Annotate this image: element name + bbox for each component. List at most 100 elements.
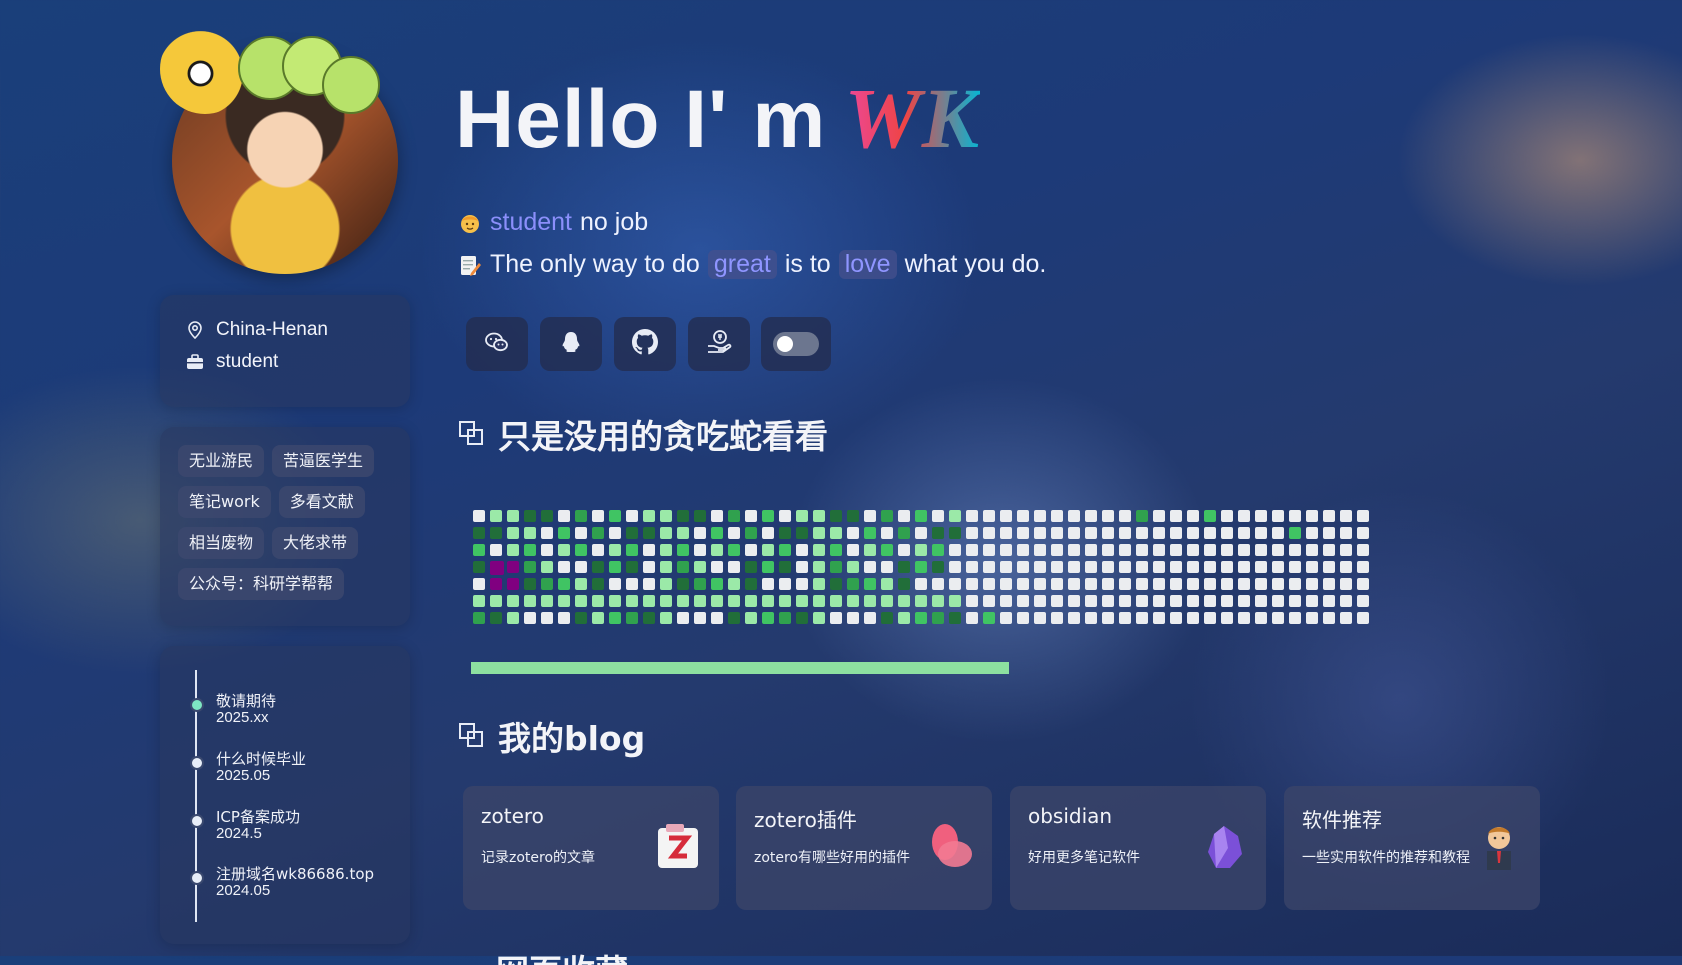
snake-grid-cell <box>830 578 842 590</box>
snake-grid-cell <box>1119 561 1131 573</box>
snake-grid-cell <box>490 578 502 590</box>
snake-grid-cell <box>507 561 519 573</box>
snake-grid-cell <box>1102 578 1114 590</box>
snake-grid-cell <box>1204 612 1216 624</box>
snake-grid-cell <box>915 578 927 590</box>
snake-grid-cell <box>1323 612 1335 624</box>
snake-grid-cell <box>745 612 757 624</box>
snake-grid-cell <box>677 510 689 522</box>
snake-grid-cell <box>524 595 536 607</box>
blog-card-obsidian[interactable]: obsidian 好用更多笔记软件 <box>1010 786 1266 910</box>
github-button[interactable] <box>614 317 676 371</box>
snake-grid-cell <box>966 595 978 607</box>
snake-grid-cell <box>1136 544 1148 556</box>
snake-grid-cell <box>1306 527 1318 539</box>
snake-grid-cell <box>966 561 978 573</box>
snake-grid-cell <box>1340 527 1352 539</box>
snake-grid-cell <box>762 561 774 573</box>
snake-grid-cell <box>694 595 706 607</box>
snake-grid-cell <box>1323 527 1335 539</box>
blog-card-title: zotero <box>481 804 544 828</box>
snake-grid-cell <box>881 544 893 556</box>
snake-grid-cell <box>1068 544 1080 556</box>
snake-grid-cell <box>558 544 570 556</box>
snake-grid-cell <box>575 595 587 607</box>
theme-toggle[interactable] <box>773 332 819 356</box>
snake-grid-cell <box>847 612 859 624</box>
blog-card-zotero-plugins[interactable]: zotero插件 zotero有哪些好用的插件 <box>736 786 992 910</box>
snake-grid-cell <box>660 612 672 624</box>
snake-grid-cell <box>745 527 757 539</box>
snake-grid-cell <box>1187 561 1199 573</box>
snake-grid-cell <box>490 527 502 539</box>
snake-grid-cell <box>1238 612 1250 624</box>
snake-grid-cell <box>524 544 536 556</box>
snake-grid-cell <box>643 595 655 607</box>
quote-highlight-love: love <box>838 250 897 279</box>
snake-grid-cell <box>1340 561 1352 573</box>
occupation-row: student <box>186 351 278 373</box>
quote-part2: is to <box>784 250 831 278</box>
snake-grid-cell <box>1221 544 1233 556</box>
snake-grid-cell <box>1289 561 1301 573</box>
theme-toggle-button[interactable] <box>761 317 831 371</box>
wechat-button[interactable] <box>466 317 528 371</box>
snake-grid-cell <box>1153 595 1165 607</box>
snake-grid-cell <box>711 612 723 624</box>
quote-line: The only way to do great is to love what… <box>458 250 1046 279</box>
snake-grid-cell <box>473 578 485 590</box>
blog-card-title: zotero插件 <box>754 808 857 832</box>
snake-grid-cell <box>1289 510 1301 522</box>
tag[interactable]: 笔记work <box>178 486 271 518</box>
snake-grid-cell <box>609 595 621 607</box>
snake-grid-cell <box>575 561 587 573</box>
hello-text: Hello I' m <box>455 74 827 165</box>
donate-button[interactable] <box>688 317 750 371</box>
tag[interactable]: 公众号：科研学帮帮 <box>178 568 345 600</box>
tag[interactable]: 无业游民 <box>178 445 265 477</box>
snake-grid-cell <box>643 527 655 539</box>
tag[interactable]: 多看文献 <box>278 486 365 518</box>
blog-card-zotero[interactable]: zotero 记录zotero的文章 <box>463 786 719 910</box>
snake-grid-cell <box>677 561 689 573</box>
snake-grid-cell <box>1068 527 1080 539</box>
snake-grid-cell <box>1170 527 1182 539</box>
snake-grid-cell <box>558 510 570 522</box>
timeline-title: 敬请期待 <box>216 692 277 710</box>
snake-grid-cell <box>626 612 638 624</box>
snake-grid-cell <box>915 561 927 573</box>
snake-grid-cell <box>1153 544 1165 556</box>
snake-grid-cell <box>541 527 553 539</box>
tag[interactable]: 大佬求带 <box>272 527 359 559</box>
blog-card-software[interactable]: 软件推荐 一些实用软件的推荐和教程 <box>1284 786 1540 910</box>
snake-grid-cell <box>1102 544 1114 556</box>
github-icon <box>632 328 658 360</box>
qq-button[interactable] <box>540 317 602 371</box>
snake-grid-cell <box>745 544 757 556</box>
snake-grid-cell <box>1306 561 1318 573</box>
snake-grid-cell <box>1153 527 1165 539</box>
snake-grid-cell <box>1323 510 1335 522</box>
snake-grid-cell <box>1187 612 1199 624</box>
tag[interactable]: 苦逼医学生 <box>272 445 375 477</box>
snake-grid-cell <box>541 595 553 607</box>
snake-grid-cell <box>1119 578 1131 590</box>
tag[interactable]: 相当废物 <box>178 527 265 559</box>
snake-grid-cell <box>1357 527 1369 539</box>
location-pin-icon <box>186 321 204 339</box>
snake-grid-cell <box>949 527 961 539</box>
snake-grid-cell <box>558 527 570 539</box>
snake-grid-cell <box>847 595 859 607</box>
snake-grid-cell <box>1238 527 1250 539</box>
snake-grid-cell <box>728 612 740 624</box>
snake-grid-cell <box>864 578 876 590</box>
timeline-title: ICP备案成功 <box>216 808 300 826</box>
snake-grid-cell <box>881 612 893 624</box>
snake-grid-cell <box>1255 578 1267 590</box>
snake-grid-cell <box>983 544 995 556</box>
snake-grid-cell <box>660 544 672 556</box>
snake-grid-cell <box>1000 612 1012 624</box>
snake-grid-cell <box>694 578 706 590</box>
snake-grid-cell <box>1034 578 1046 590</box>
timeline-date: 2024.5 <box>216 825 262 842</box>
